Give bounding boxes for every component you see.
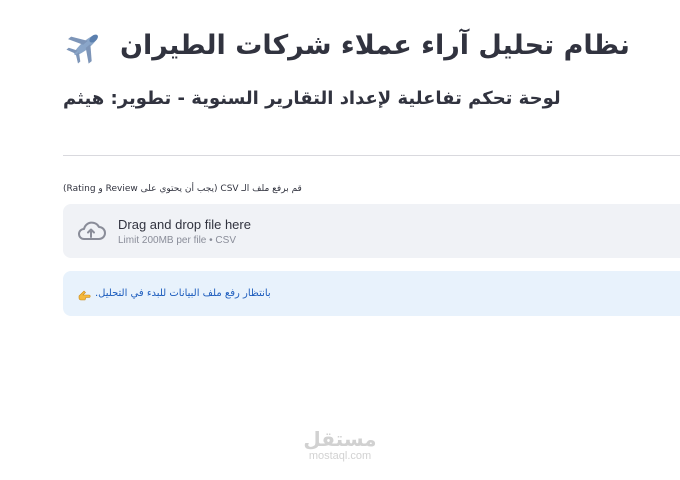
pointing-hand-icon [77, 287, 91, 301]
cloud-upload-icon [75, 215, 107, 247]
watermark-url: mostaql.com [308, 450, 372, 462]
file-dropzone[interactable]: Drag and drop file here Limit 200MB per … [63, 204, 680, 258]
dropzone-instructions: Drag and drop file here [118, 216, 251, 232]
page-title: نظام تحليل آراء عملاء شركات الطيران [120, 29, 630, 61]
dropzone-limit: Limit 200MB per file • CSV [118, 234, 236, 246]
info-alert: بانتظار رفع ملف البيانات للبدء في التحلي… [63, 271, 680, 316]
app-page: نظام تحليل آراء عملاء شركات الطيران لوحة… [0, 0, 680, 480]
title-row: نظام تحليل آراء عملاء شركات الطيران [66, 22, 630, 68]
divider [63, 155, 680, 156]
mostaql-watermark: مستقل mostaql.com [294, 428, 386, 462]
dropzone-text: Drag and drop file here Limit 200MB per … [118, 217, 251, 246]
info-message: بانتظار رفع ملف البيانات للبدء في التحلي… [95, 288, 271, 299]
info-alert-content: بانتظار رفع ملف البيانات للبدء في التحلي… [77, 287, 271, 301]
watermark-logo: مستقل [303, 427, 377, 451]
file-uploader-label: قم برفع ملف الـ CSV (يجب أن يحتوي على Re… [63, 184, 302, 194]
airplane-icon [66, 25, 106, 65]
page-subtitle: لوحة تحكم تفاعلية لإعداد التقارير السنوي… [63, 88, 561, 109]
